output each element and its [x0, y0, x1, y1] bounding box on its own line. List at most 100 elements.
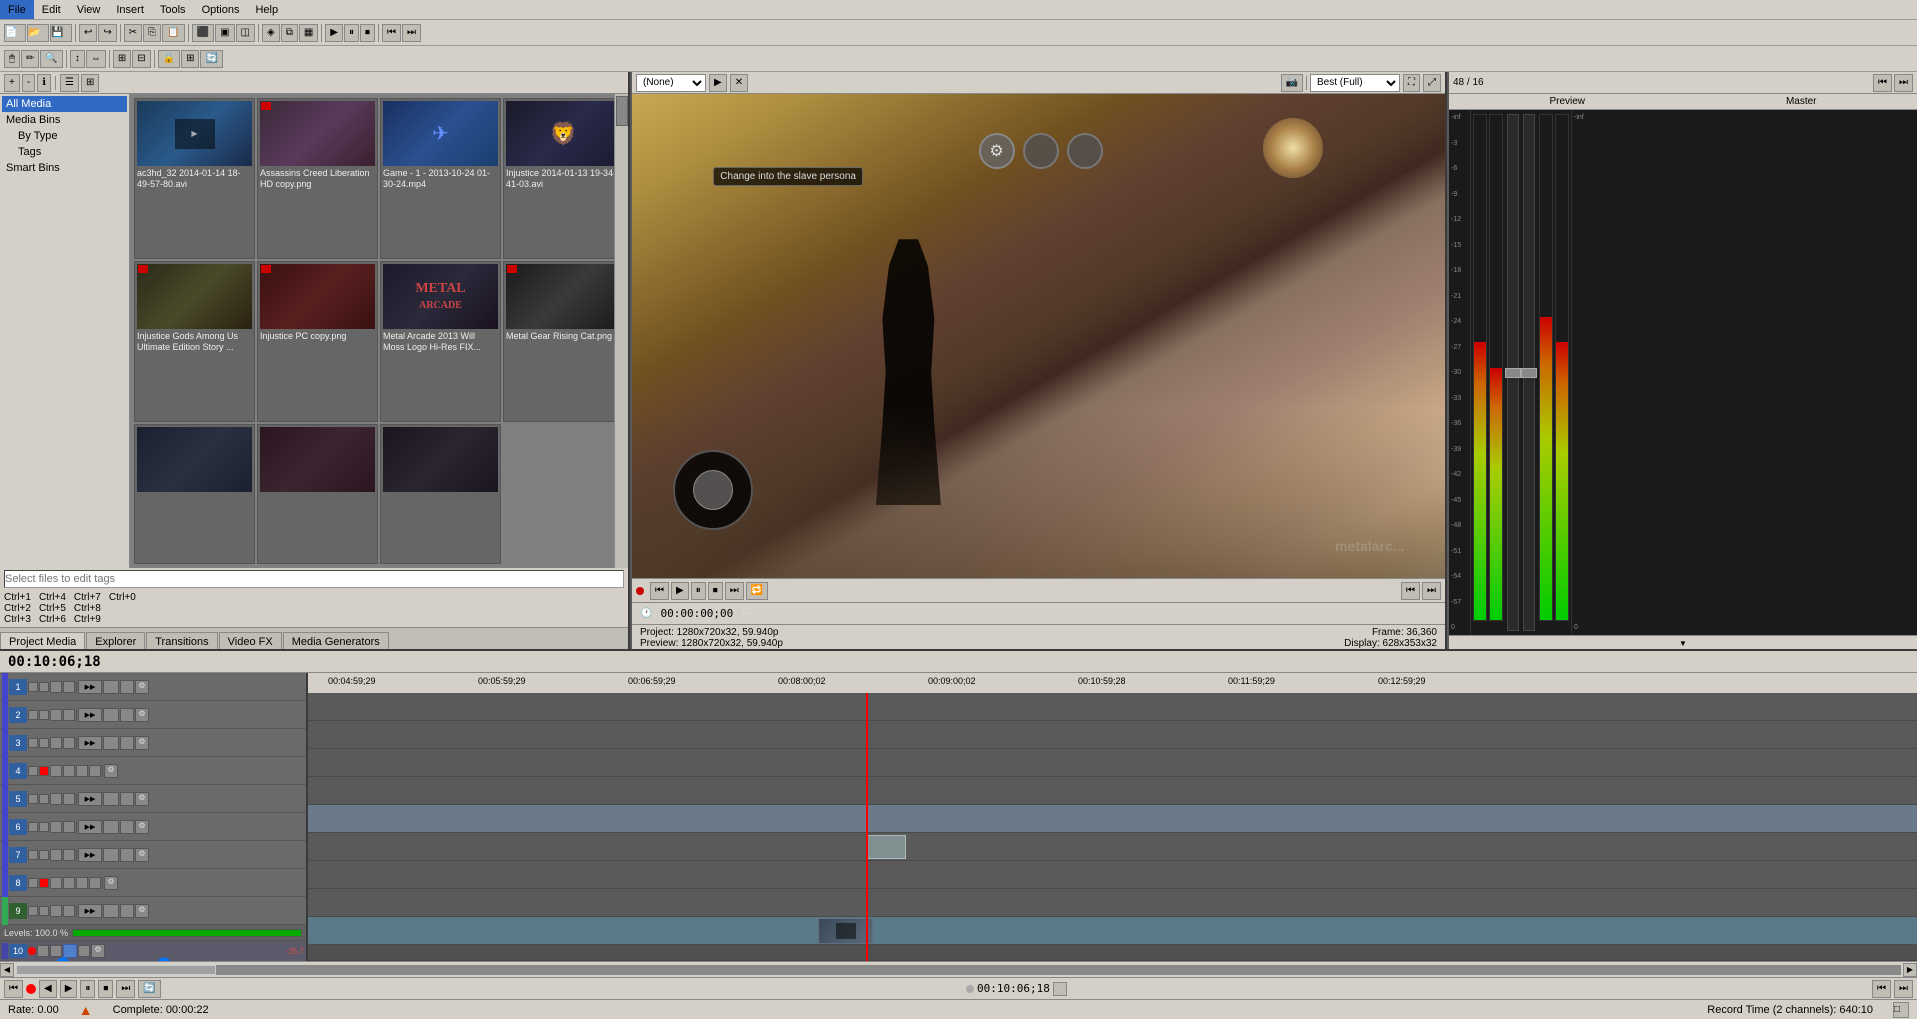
tb2-btn5[interactable]: ⇔	[86, 50, 106, 68]
tb2-grid[interactable]: ⊞	[181, 50, 199, 68]
prev-ctrl-r2[interactable]: ⏭	[1422, 582, 1441, 600]
t2-fx[interactable]: ▶▶	[78, 708, 102, 722]
menu-view[interactable]: View	[69, 0, 109, 19]
t10-gear[interactable]: ⚙	[91, 944, 105, 958]
media-item-6[interactable]: METALARCADE Metal Arcade 2013 Will Moss …	[380, 261, 501, 422]
prev-ctrl-goto-start[interactable]: ⏮	[650, 582, 669, 600]
t1-solo[interactable]	[63, 681, 75, 693]
t9-gear[interactable]: ⚙	[135, 904, 149, 918]
t3-b2[interactable]	[63, 737, 75, 749]
view-thumb-btn[interactable]: ⊞	[81, 74, 99, 92]
t9-b2[interactable]	[63, 905, 75, 917]
t5-c3[interactable]	[120, 792, 134, 806]
t2-c2[interactable]	[103, 708, 119, 722]
prev-ctrl-loop[interactable]: 🔁	[746, 582, 768, 600]
t3-fx[interactable]: ▶▶	[78, 736, 102, 750]
tl-loop[interactable]: 🔄	[138, 980, 160, 998]
track-num-9[interactable]: 9	[9, 903, 27, 919]
props-btn[interactable]: ℹ	[37, 74, 51, 92]
prev-ctrl-goto-end[interactable]: ⏭	[725, 582, 744, 600]
media-item-3[interactable]: 🦁 Injustice 2014-01-13 19-34-41-03.avi	[503, 98, 624, 259]
t4-b1[interactable]	[50, 765, 62, 777]
tree-item-smart-bins[interactable]: Smart Bins	[2, 160, 127, 176]
t7-gear[interactable]: ⚙	[135, 848, 149, 862]
tb-btn3[interactable]: ◫	[236, 24, 255, 42]
t3-gear[interactable]: ⚙	[135, 736, 149, 750]
media-item-1[interactable]: Assassins Creed Liberation HD copy.png	[257, 98, 378, 259]
t6-b1[interactable]	[50, 821, 62, 833]
t6-c2[interactable]	[103, 820, 119, 834]
record-btn[interactable]	[26, 984, 36, 994]
tb-btn10[interactable]: ⏮	[382, 24, 401, 42]
view-list-btn[interactable]: ☰	[60, 74, 79, 92]
preview-snap-btn[interactable]: 📷	[1281, 74, 1303, 92]
preview-fullscreen-btn[interactable]: ⛶	[1403, 74, 1420, 92]
t10-b2[interactable]	[50, 945, 62, 957]
tl-pause[interactable]: ⏸	[80, 980, 95, 998]
tl-goto-start[interactable]: ⏮	[4, 980, 23, 998]
menu-options[interactable]: Options	[194, 0, 248, 19]
t8-b2[interactable]	[63, 877, 75, 889]
media-item-4[interactable]: Injustice Gods Among Us Ultimate Edition…	[134, 261, 255, 422]
t3-c2[interactable]	[103, 736, 119, 750]
t3-c3[interactable]	[120, 736, 134, 750]
tl-snap-btn[interactable]	[1053, 982, 1067, 996]
t1-gear[interactable]: ⚙	[135, 680, 149, 694]
t9-c3[interactable]	[120, 904, 134, 918]
menu-edit[interactable]: Edit	[34, 0, 69, 19]
t5-gear[interactable]: ⚙	[135, 792, 149, 806]
t2-btn1[interactable]	[50, 709, 62, 721]
t6-c3[interactable]	[120, 820, 134, 834]
preview-tb1[interactable]: ▶	[709, 74, 727, 92]
t9-b1[interactable]	[50, 905, 62, 917]
t5-fx[interactable]: ▶▶	[78, 792, 102, 806]
tb-btn11[interactable]: ⏭	[402, 24, 421, 42]
right-tb-btn1[interactable]: ⏮	[1873, 74, 1892, 92]
open-btn[interactable]: 📂	[27, 24, 49, 42]
media-item-2[interactable]: ✈ Game - 1 - 2013-10-24 01-30-24.mp4	[380, 98, 501, 259]
render-btn[interactable]: ▶	[325, 24, 343, 42]
preview-expand-btn[interactable]: ⤢	[1423, 74, 1441, 92]
media-item-7[interactable]: Metal Gear Rising Cat.png	[503, 261, 624, 422]
undo-btn[interactable]: ↩	[79, 24, 97, 42]
tree-item-media-bins[interactable]: Media Bins	[2, 112, 127, 128]
preview-quality-select[interactable]: Best (Full)	[1310, 74, 1400, 92]
track-num-6[interactable]: 6	[9, 819, 27, 835]
tags-input[interactable]	[4, 570, 624, 588]
prev-ctrl-pause[interactable]: ⏸	[691, 582, 706, 600]
t4-gear[interactable]: ⚙	[104, 764, 118, 778]
tb-btn9[interactable]: ⏹	[360, 24, 375, 42]
preview-mode-select[interactable]: (None)	[636, 74, 706, 92]
track-num-7[interactable]: 7	[9, 847, 27, 863]
tb-btn2[interactable]: ▣	[215, 24, 234, 42]
media-scroll[interactable]	[614, 94, 628, 568]
tb-btn1[interactable]: ⬛	[192, 24, 214, 42]
t6-fx[interactable]: ▶▶	[78, 820, 102, 834]
tb2-loop[interactable]: 🔄	[200, 50, 222, 68]
t6-b2[interactable]	[63, 821, 75, 833]
media-item-8[interactable]	[134, 424, 255, 564]
t8-b4[interactable]	[89, 877, 101, 889]
t8-b3[interactable]	[76, 877, 88, 889]
tb2-btn1[interactable]: 🖱	[4, 50, 20, 68]
tb2-btn3[interactable]: 🔍	[40, 50, 62, 68]
scroll-left-btn[interactable]: ◀	[0, 963, 14, 977]
t1-comp[interactable]	[103, 680, 119, 694]
new-btn[interactable]: 📄	[4, 24, 26, 42]
clip-6[interactable]	[866, 835, 906, 859]
tree-item-by-type[interactable]: By Type	[2, 128, 127, 144]
track-num-3[interactable]: 3	[9, 735, 27, 751]
t3-b1[interactable]	[50, 737, 62, 749]
tl-play[interactable]: ▶	[60, 980, 78, 998]
t5-c2[interactable]	[103, 792, 119, 806]
cut-btn[interactable]: ✂	[124, 24, 142, 42]
tree-item-all-media[interactable]: All Media	[2, 96, 127, 112]
clip-9a[interactable]	[818, 918, 873, 944]
media-item-0[interactable]: ▶ ac3hd_32 2014-01-14 18-49-57-80.avi	[134, 98, 255, 259]
t10-b1[interactable]	[37, 945, 49, 957]
menu-tools[interactable]: Tools	[152, 0, 194, 19]
t2-c3[interactable]	[120, 708, 134, 722]
media-item-5[interactable]: Injustice PC copy.png	[257, 261, 378, 422]
t2-btn2[interactable]	[63, 709, 75, 721]
media-item-9[interactable]	[257, 424, 378, 564]
